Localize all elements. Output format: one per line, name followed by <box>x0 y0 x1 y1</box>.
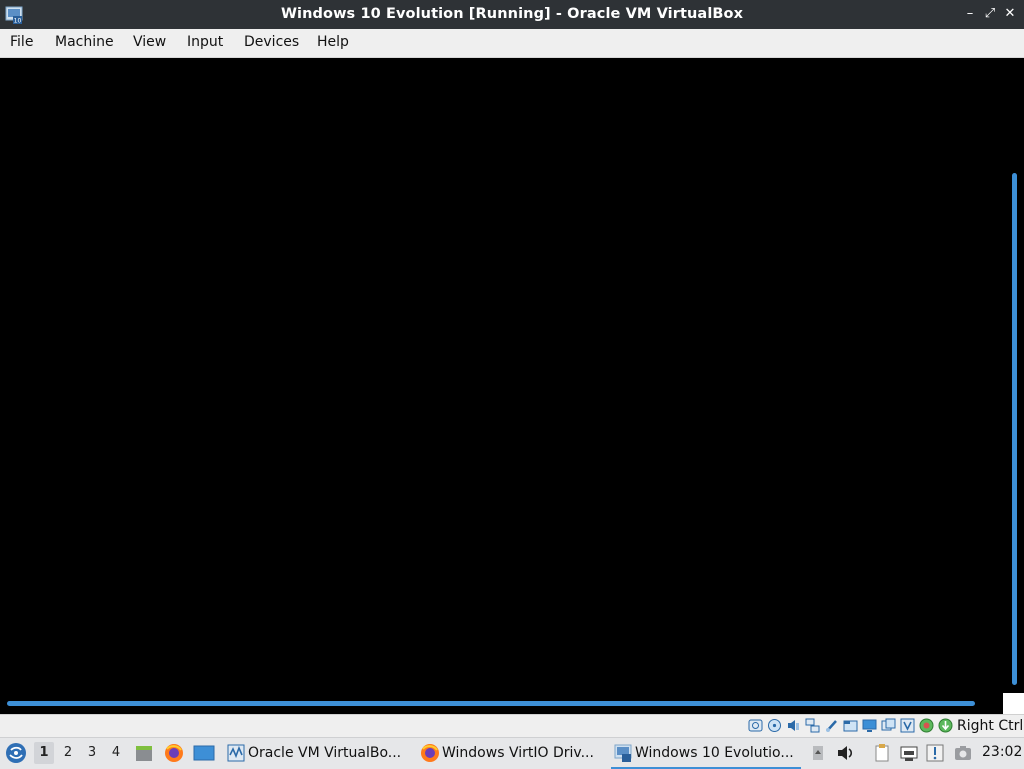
video-capture-icon[interactable] <box>881 718 896 733</box>
window-title: Windows 10 Evolution [Running] - Oracle … <box>280 6 744 22</box>
virtualbox-manager-icon <box>227 744 245 762</box>
app-menu-icon[interactable] <box>5 742 27 764</box>
volume-icon[interactable] <box>835 743 855 763</box>
optical-drive-icon[interactable] <box>767 718 782 733</box>
task-firefox-virtio[interactable]: Windows VirtIO Driv... <box>418 739 604 767</box>
screenshot-icon[interactable] <box>953 743 973 763</box>
host-key-label[interactable]: Right Ctrl <box>957 718 1023 734</box>
keyboard-capture-icon[interactable] <box>938 718 953 733</box>
desktop-4-button[interactable]: 4 <box>106 742 126 764</box>
vertical-scrollbar[interactable] <box>1012 173 1017 685</box>
menu-view[interactable]: View <box>133 34 166 50</box>
network-icon[interactable] <box>805 718 820 733</box>
virtualization-icon[interactable] <box>900 718 915 733</box>
audio-icon[interactable] <box>786 718 801 733</box>
task-label: Oracle VM VirtualBo... <box>248 745 402 761</box>
menubar: File Machine View Input Devices Help <box>0 29 1024 58</box>
virtualbox-vm-icon <box>614 744 632 762</box>
file-manager-icon[interactable] <box>134 743 154 763</box>
horizontal-scrollbar[interactable] <box>7 701 975 706</box>
vm-display[interactable] <box>0 58 1024 714</box>
hard-disk-icon[interactable] <box>748 718 763 733</box>
clock[interactable]: 23:02 <box>982 744 1022 760</box>
menu-file[interactable]: File <box>10 34 33 50</box>
mouse-integration-icon[interactable] <box>919 718 934 733</box>
firefox-icon[interactable] <box>164 743 184 763</box>
usb-icon[interactable] <box>824 718 839 733</box>
window-titlebar[interactable]: 10 Windows 10 Evolution [Running] - Orac… <box>0 0 1024 30</box>
vm-statusbar: Right Ctrl <box>0 714 1024 737</box>
menu-help[interactable]: Help <box>317 34 349 50</box>
menu-machine[interactable]: Machine <box>55 34 114 50</box>
restore-button[interactable]: ⤢ <box>982 6 998 22</box>
desktop-3-button[interactable]: 3 <box>82 742 102 764</box>
taskbar: 1 2 3 4 Oracle VM VirtualBo... Windows V… <box>0 737 1024 769</box>
menu-input[interactable]: Input <box>187 34 223 50</box>
task-virtualbox-manager[interactable]: Oracle VM VirtualBo... <box>224 739 410 767</box>
scroll-up-icon[interactable] <box>808 743 828 763</box>
task-windows10-vm[interactable]: Windows 10 Evolutio... <box>611 739 801 769</box>
menu-devices[interactable]: Devices <box>244 34 299 50</box>
desktop-2-button[interactable]: 2 <box>58 742 78 764</box>
network-tray-icon[interactable] <box>899 743 919 763</box>
minimize-button[interactable]: – <box>962 6 978 22</box>
desktop-1-button[interactable]: 1 <box>34 742 54 764</box>
scroll-corner <box>1003 693 1024 714</box>
show-desktop-icon[interactable] <box>193 743 215 763</box>
task-label: Windows VirtIO Driv... <box>442 745 594 761</box>
task-label: Windows 10 Evolutio... <box>635 745 794 761</box>
clipboard-icon[interactable] <box>872 743 892 763</box>
close-button[interactable]: ✕ <box>1002 6 1018 22</box>
shared-folders-icon[interactable] <box>843 718 858 733</box>
firefox-icon <box>421 744 439 762</box>
update-notifier-icon[interactable] <box>925 743 945 763</box>
display-icon[interactable] <box>862 718 877 733</box>
